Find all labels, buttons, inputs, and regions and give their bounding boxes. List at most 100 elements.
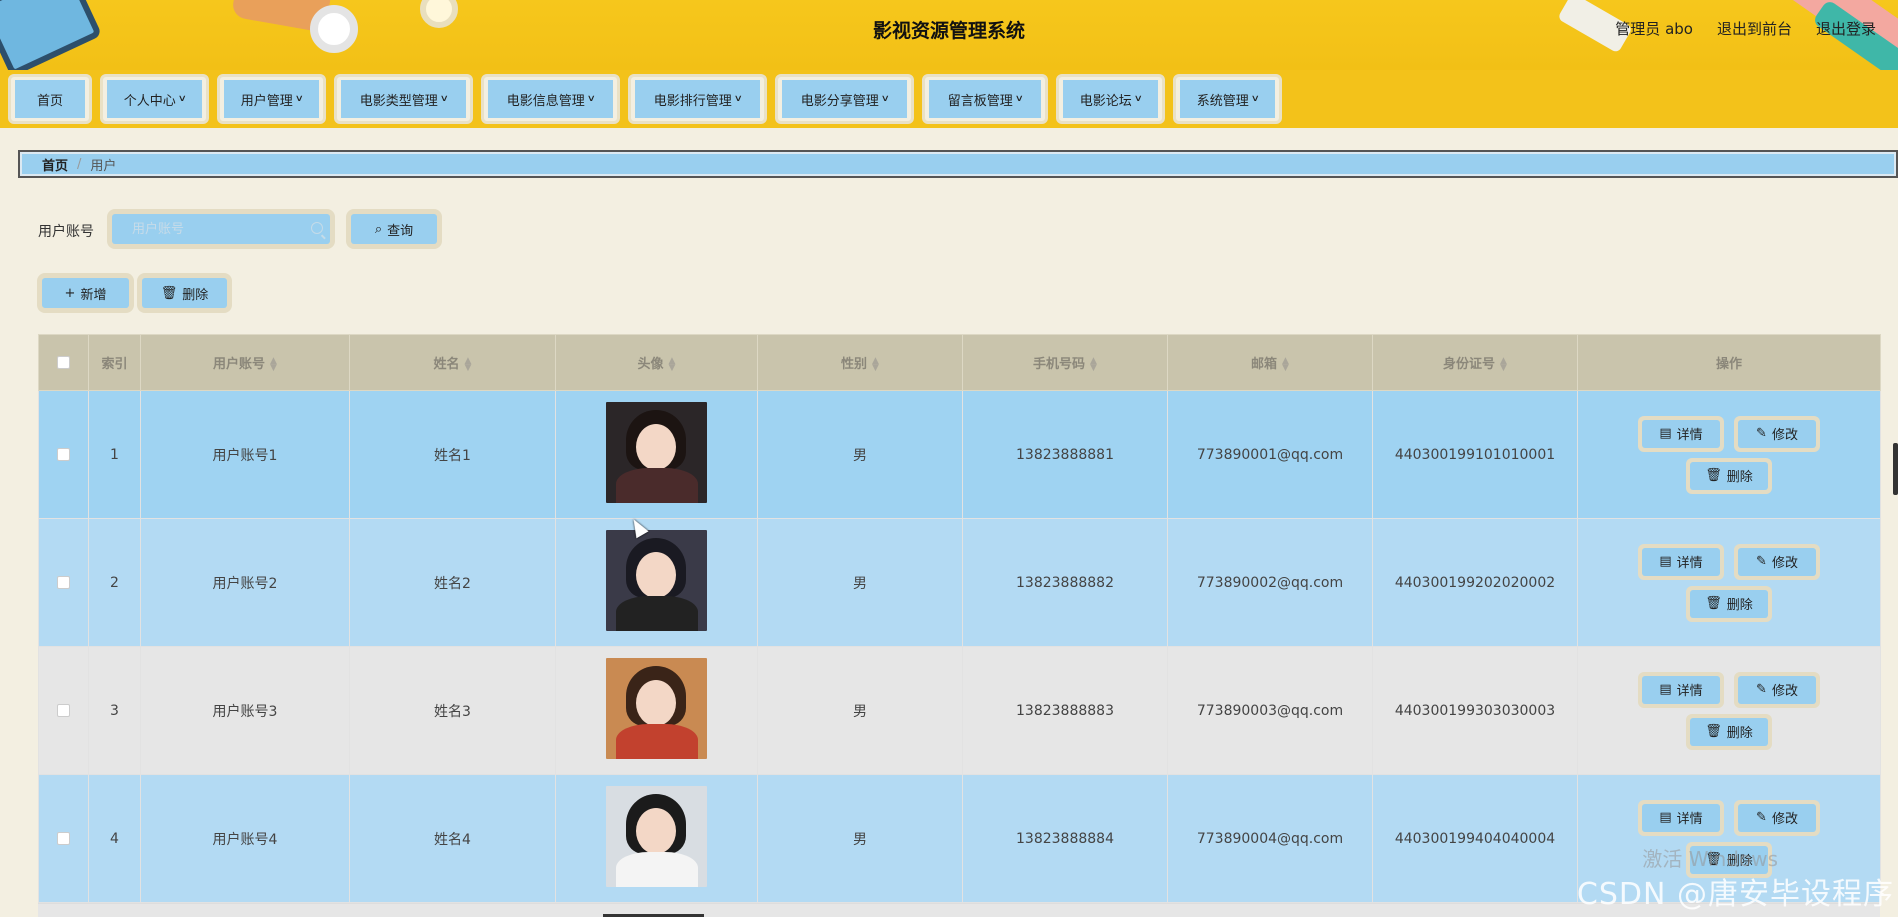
table-header: 索引 用户账号 ▲ ▼ 姓名 ▲ ▼ 头像 ▲ ▼ 性别 ▲ ▼ 手机号码 ▲ ▼ 邮箱 ▲ ▼ 身份证…	[38, 334, 1881, 391]
edit-label: 修改	[1771, 684, 1798, 699]
avatar-image[interactable]	[606, 786, 707, 887]
trash-icon: 🗑	[1705, 724, 1722, 739]
account-cell: 用户账号2	[140, 518, 350, 647]
sort-icon[interactable]: ▲ ▼	[1500, 356, 1507, 372]
name-cell: 姓名3	[349, 646, 556, 775]
search-button-wrap: ⌕ 查询	[346, 209, 442, 249]
add-button[interactable]: + 新增	[42, 278, 129, 308]
back-to-front-link[interactable]: 退出到前台	[1717, 18, 1792, 39]
avatar-image[interactable]	[606, 658, 707, 759]
table-row: 2 用户账号2 姓名2 男 13823888882 773890002@qq.c…	[38, 518, 1881, 647]
search-icon	[311, 222, 323, 234]
menu-item-movie-info[interactable]: 电影信息管理 ∨	[481, 74, 620, 124]
sort-icon[interactable]: ▲ ▼	[270, 356, 277, 372]
activate-windows-watermark: 激活 Windows	[1642, 847, 1778, 871]
app-title: 影视资源管理系统	[872, 20, 1025, 42]
sort-icon[interactable]: ▲ ▼	[872, 356, 879, 372]
menu-item-user-management[interactable]: 用户管理 ∨	[217, 74, 326, 124]
gender-cell: 男	[757, 774, 963, 903]
menu-item-movie-type[interactable]: 电影类型管理 ∨	[334, 74, 473, 124]
menu-label: 个人中心	[123, 93, 176, 109]
top-header: 影视资源管理系统 管理员 abo 退出到前台 退出登录	[0, 0, 1898, 70]
avatar-image[interactable]	[606, 402, 707, 503]
id-card-cell: 440300199303030003	[1372, 646, 1578, 775]
delete-button[interactable]: 🗑 删除	[1690, 717, 1768, 746]
index-cell: 1	[88, 390, 141, 519]
email-cell: 773890004@qq.com	[1167, 774, 1373, 903]
row-select-cell	[38, 646, 89, 775]
avatar-image[interactable]	[606, 530, 707, 631]
delete-button[interactable]: 🗑 删除	[1690, 589, 1768, 618]
delete-label: 删除	[1726, 726, 1753, 741]
document-icon: ▤	[1659, 554, 1672, 569]
avatar-cell	[555, 774, 758, 903]
column-header[interactable]: 手机号码 ▲ ▼	[962, 334, 1168, 391]
scrollbar-thumb[interactable]	[1893, 443, 1898, 495]
select-all-checkbox[interactable]	[57, 356, 70, 369]
detail-button[interactable]: ▤ 详情	[1642, 675, 1720, 704]
edit-label: 修改	[1771, 428, 1798, 443]
logout-link[interactable]: 退出登录	[1816, 18, 1876, 39]
column-header[interactable]: 姓名 ▲ ▼	[349, 334, 556, 391]
trash-icon: 🗑	[160, 285, 178, 301]
delete-button[interactable]: 🗑 删除	[1690, 461, 1768, 490]
header-links: 管理员 abo 退出到前台 退出登录	[1615, 18, 1876, 39]
menu-label: 首页	[36, 93, 63, 109]
detail-button[interactable]: ▤ 详情	[1642, 419, 1720, 448]
search-button[interactable]: ⌕ 查询	[351, 214, 437, 244]
row-checkbox[interactable]	[57, 832, 70, 845]
add-button-wrap: + 新增	[37, 273, 134, 313]
breadcrumb-home[interactable]: 首页	[42, 155, 68, 174]
detail-label: 详情	[1676, 684, 1703, 699]
document-icon: ▤	[1659, 426, 1672, 441]
index-cell: 4	[88, 774, 141, 903]
row-checkbox[interactable]	[57, 704, 70, 717]
index-cell: 2	[88, 518, 141, 647]
edit-button[interactable]: ✎ 修改	[1738, 675, 1816, 704]
menu-item-movie-forum[interactable]: 电影论坛 ∨	[1056, 74, 1165, 124]
avatar-cell	[555, 518, 758, 647]
sort-icon[interactable]: ▲ ▼	[1090, 356, 1097, 372]
breadcrumb: 首页 / 用户	[18, 150, 1898, 178]
chevron-down-icon: ∨	[439, 94, 449, 104]
search-input[interactable]	[112, 214, 330, 244]
phone-cell: 13823888883	[962, 646, 1168, 775]
column-header[interactable]: 性别 ▲ ▼	[757, 334, 963, 391]
id-card-cell: 440300199202020002	[1372, 518, 1578, 647]
column-header[interactable]: 用户账号 ▲ ▼	[140, 334, 350, 391]
menu-item-home[interactable]: 首页	[8, 74, 92, 124]
row-checkbox[interactable]	[57, 576, 70, 589]
plus-icon: +	[64, 285, 76, 301]
sort-icon[interactable]: ▲ ▼	[465, 356, 472, 372]
menu-item-system[interactable]: 系统管理 ∨	[1173, 74, 1282, 124]
chevron-down-icon: ∨	[586, 94, 596, 104]
detail-button[interactable]: ▤ 详情	[1642, 803, 1720, 832]
add-button-label: 新增	[80, 287, 107, 303]
menu-item-movie-share[interactable]: 电影分享管理 ∨	[775, 74, 914, 124]
detail-label: 详情	[1676, 812, 1703, 827]
detail-button[interactable]: ▤ 详情	[1642, 547, 1720, 576]
column-header[interactable]: 头像 ▲ ▼	[555, 334, 758, 391]
gender-cell: 男	[757, 518, 963, 647]
menu-item-movie-ranking[interactable]: 电影排行管理 ∨	[628, 74, 767, 124]
menu-item-personal-center[interactable]: 个人中心 ∨	[100, 74, 209, 124]
column-header[interactable]: 身份证号 ▲ ▼	[1372, 334, 1578, 391]
admin-label: 管理员 abo	[1615, 20, 1693, 38]
edit-button[interactable]: ✎ 修改	[1738, 803, 1816, 832]
avatar-cell	[555, 646, 758, 775]
search-label: 用户账号	[38, 224, 94, 240]
menu-item-message-board[interactable]: 留言板管理 ∨	[922, 74, 1048, 124]
bulk-delete-button[interactable]: 🗑 删除	[142, 278, 227, 308]
row-select-cell	[38, 518, 89, 647]
delete-button-wrap: 🗑 删除	[137, 273, 232, 313]
sort-icon[interactable]: ▲ ▼	[669, 356, 676, 372]
row-checkbox[interactable]	[57, 448, 70, 461]
edit-button[interactable]: ✎ 修改	[1738, 547, 1816, 576]
breadcrumb-separator: /	[77, 156, 82, 172]
column-header[interactable]: 邮箱 ▲ ▼	[1167, 334, 1373, 391]
row-select-cell	[38, 774, 89, 903]
edit-button[interactable]: ✎ 修改	[1738, 419, 1816, 448]
gender-cell: 男	[757, 646, 963, 775]
sort-icon[interactable]: ▲ ▼	[1282, 356, 1289, 372]
column-label: 邮箱	[1251, 357, 1278, 372]
